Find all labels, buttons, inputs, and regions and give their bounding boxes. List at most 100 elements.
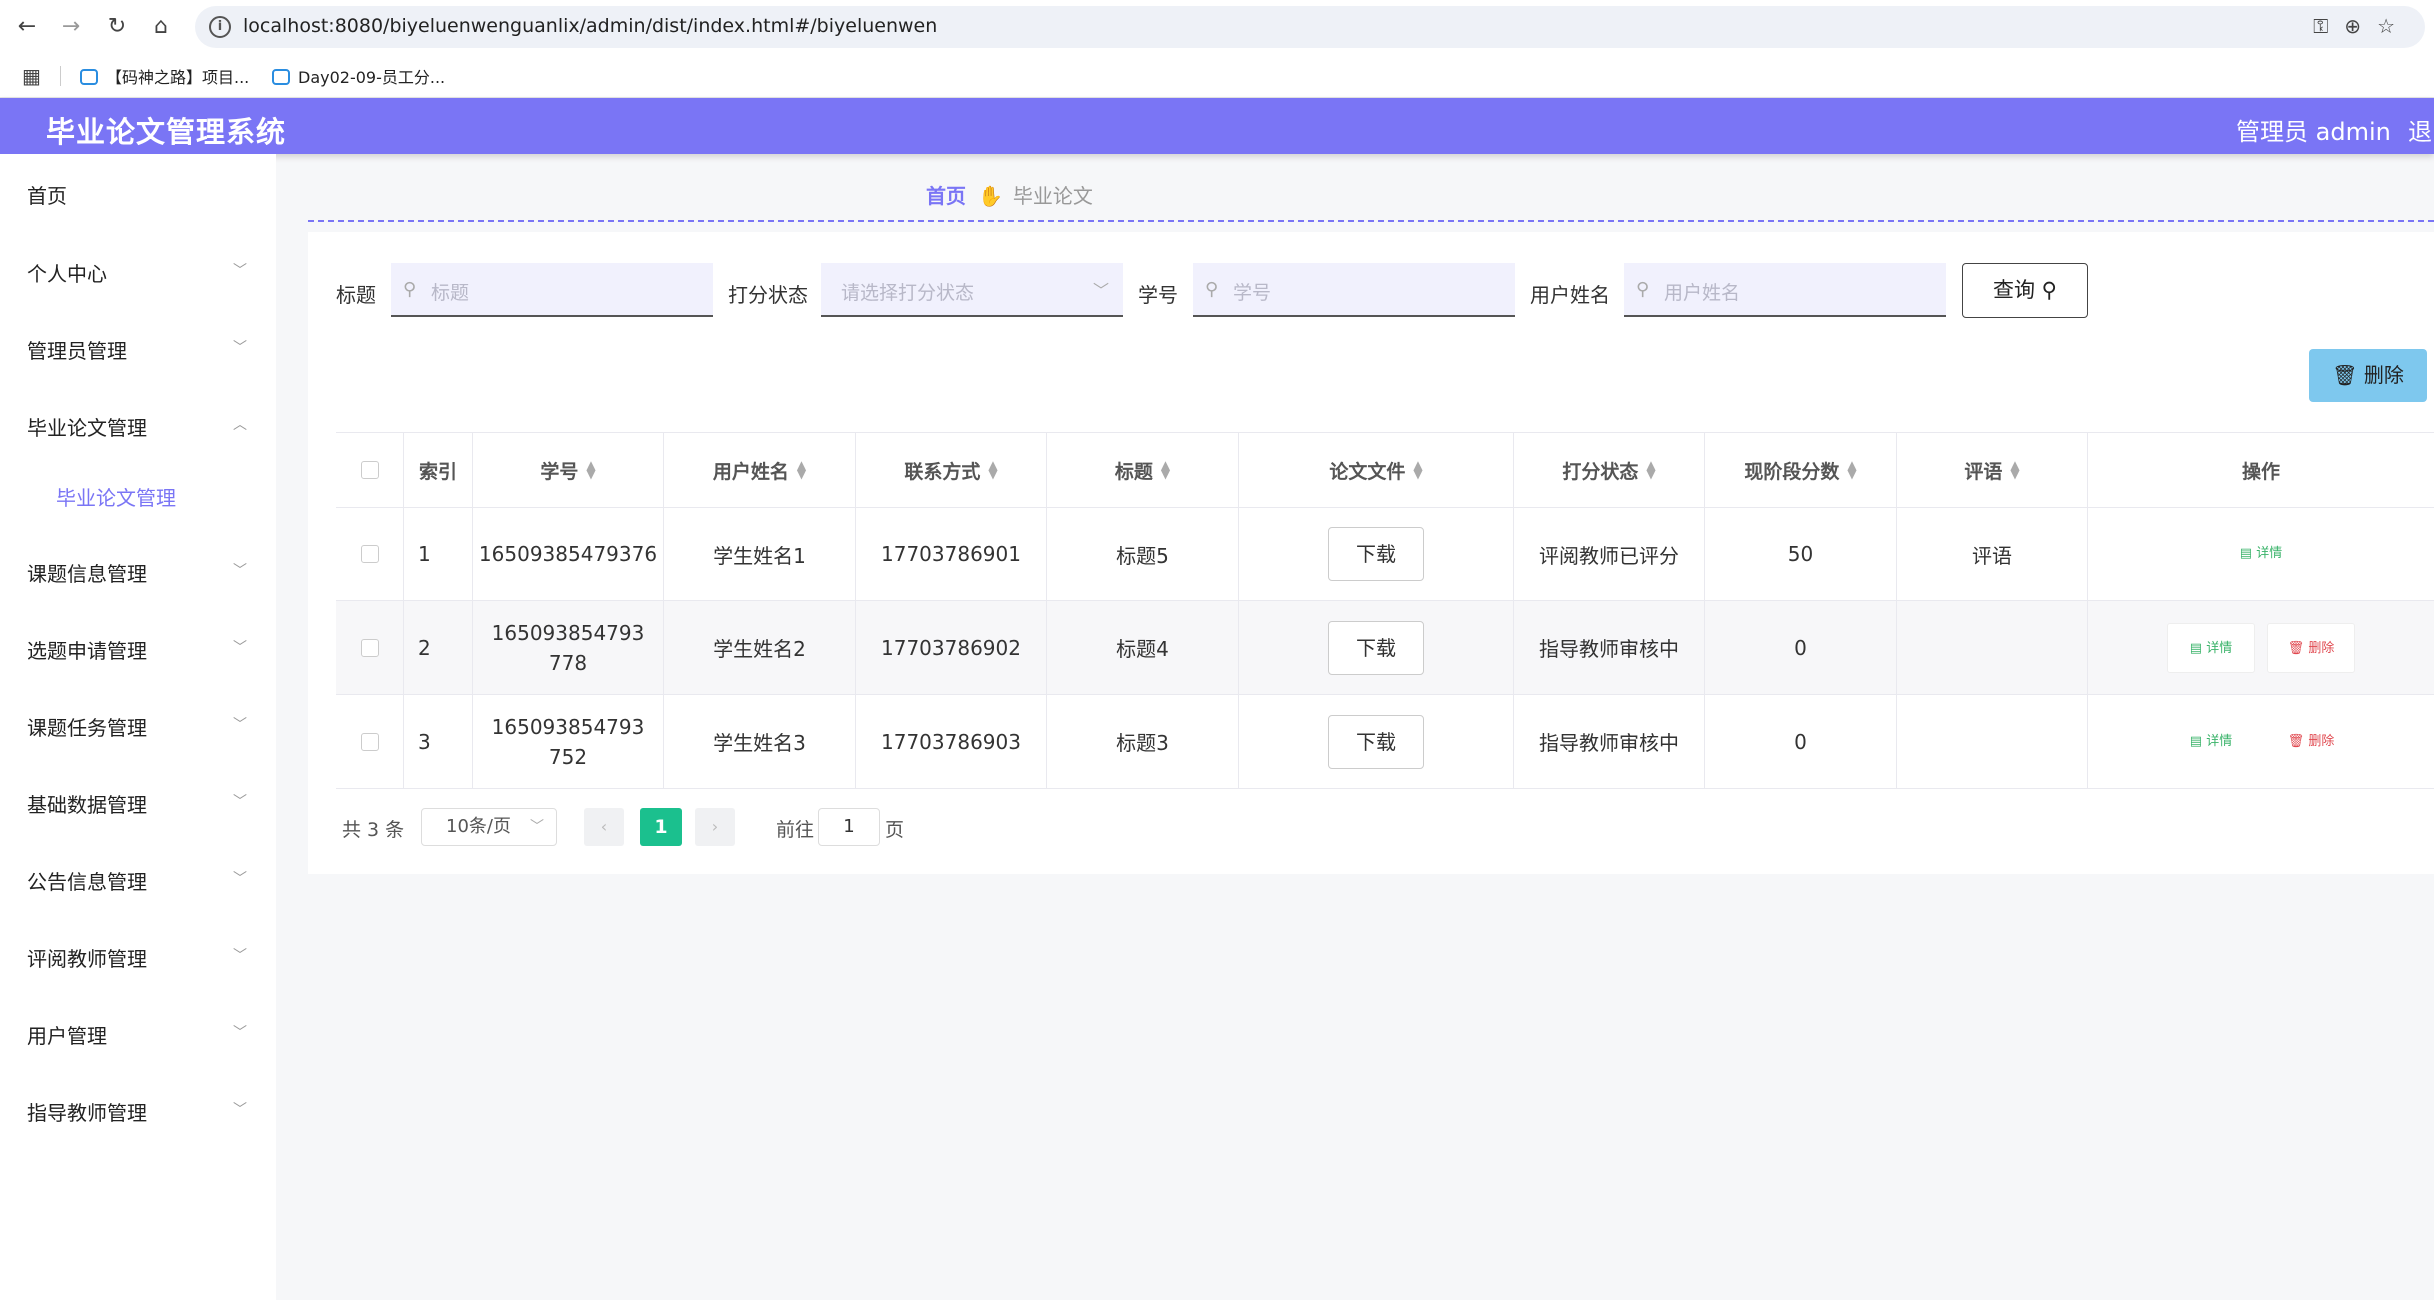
query-button[interactable]: 查询 ⚲: [1962, 263, 2088, 318]
column-header-label: 评语: [1964, 460, 2003, 483]
column-header[interactable]: 联系方式 ▲ ▼: [856, 433, 1047, 507]
forward-icon[interactable]: →: [58, 14, 84, 40]
row-delete-button[interactable]: 🗑 删除: [2267, 622, 2355, 673]
logout-link[interactable]: 退出: [2408, 112, 2434, 147]
comment-cell: 评语: [1897, 508, 2088, 600]
zoom-icon[interactable]: ⊕: [2344, 14, 2377, 38]
column-header: 索引: [404, 433, 473, 507]
sort-icon[interactable]: ▲ ▼: [1646, 459, 1655, 480]
student-no-search-input[interactable]: ⚲ 学号: [1193, 263, 1515, 317]
comment-cell: [1897, 601, 2088, 694]
table-header-row: 索引 学号 ▲ ▼ 用户姓名 ▲ ▼ 联系方式 ▲ ▼ 标题 ▲ ▼ 论文文件 ▲ ▼ 打分状态 ▲ ▼…: [336, 432, 2434, 508]
status-select[interactable]: 请选择打分状态 ﹀: [821, 263, 1123, 317]
sort-icon[interactable]: ▲ ▼: [1413, 459, 1422, 480]
sort-icon[interactable]: ▲ ▼: [586, 459, 595, 480]
sort-icon[interactable]: ▲ ▼: [1161, 459, 1170, 480]
sidebar-item-notice[interactable]: 公告信息管理 ﹀: [0, 854, 276, 904]
breadcrumb-home[interactable]: 首页: [926, 184, 966, 208]
bookmarks-divider: [60, 66, 61, 86]
sidebar-subitem-label: 毕业论文管理: [56, 486, 176, 510]
sidebar-item-label: 用户管理: [27, 1024, 107, 1048]
column-header[interactable]: 标题 ▲ ▼: [1047, 433, 1239, 507]
index-cell: 2: [404, 601, 473, 694]
url-text: localhost:8080/biyeluenwenguanlix/admin/…: [243, 15, 938, 37]
sort-icon[interactable]: ▲ ▼: [988, 459, 997, 480]
goto-page-input[interactable]: 1: [818, 808, 880, 846]
sort-icon[interactable]: ▲ ▼: [797, 459, 806, 480]
prev-page-button[interactable]: ‹: [584, 808, 624, 846]
page-number-current[interactable]: 1: [640, 808, 682, 846]
chevron-down-icon: ﹀: [233, 871, 247, 887]
sort-icon[interactable]: ▲ ▼: [2010, 459, 2019, 480]
home-icon[interactable]: ⌂: [148, 14, 174, 40]
key-icon[interactable]: ⚿: [2313, 14, 2344, 38]
sidebar-item-basic-data[interactable]: 基础数据管理 ﹀: [0, 777, 276, 827]
bookmark-label: Day02-09-员工分...: [298, 68, 446, 87]
row-checkbox[interactable]: [360, 545, 379, 563]
column-header[interactable]: 评语 ▲ ▼: [1897, 433, 2088, 507]
student-no-placeholder: 学号: [1233, 282, 1272, 304]
row-delete-button[interactable]: 🗑 删除: [2267, 716, 2355, 767]
score-cell: 0: [1705, 601, 1897, 694]
reload-icon[interactable]: ↻: [104, 14, 130, 40]
column-header[interactable]: 现阶段分数 ▲ ▼: [1705, 433, 1897, 507]
sidebar-item-advisor[interactable]: 指导教师管理 ﹀: [0, 1085, 276, 1135]
sidebar-item-selection[interactable]: 选题申请管理 ﹀: [0, 623, 276, 673]
bookmark-item[interactable]: 【码神之路】项目...: [80, 64, 249, 88]
search-icon: ⚲: [403, 279, 417, 300]
star-icon[interactable]: ☆: [2377, 14, 2411, 38]
row-checkbox[interactable]: [360, 732, 379, 751]
download-button[interactable]: 下载: [1328, 620, 1424, 675]
bookmark-item[interactable]: Day02-09-员工分...: [272, 64, 445, 88]
chevron-down-icon: ﹀: [233, 717, 247, 733]
sidebar-item-label: 指导教师管理: [27, 1101, 147, 1125]
address-bar[interactable]: i localhost:8080/biyeluenwenguanlix/admi…: [195, 6, 2425, 48]
sidebar-item-task[interactable]: 课题任务管理 ﹀: [0, 700, 276, 750]
back-icon[interactable]: ←: [14, 14, 40, 40]
status-cell: 指导教师审核中: [1514, 601, 1705, 694]
bulk-delete-label: 删除: [2363, 363, 2404, 387]
next-page-button[interactable]: ›: [695, 808, 735, 846]
detail-button[interactable]: ▤ 详情: [2217, 529, 2305, 579]
sidebar-subitem-thesis[interactable]: 毕业论文管理: [0, 470, 276, 520]
sidebar-item-home[interactable]: 首页: [0, 168, 276, 218]
column-header[interactable]: 论文文件 ▲ ▼: [1239, 433, 1514, 507]
sidebar-item-user[interactable]: 用户管理 ﹀: [0, 1008, 276, 1058]
detail-icon: ▤: [2189, 733, 2203, 749]
column-header[interactable]: 学号 ▲ ▼: [473, 433, 664, 507]
page-size-select[interactable]: 10条/页 ﹀: [421, 808, 557, 846]
username-search-input[interactable]: ⚲ 用户姓名: [1624, 263, 1946, 317]
info-icon[interactable]: i: [209, 16, 231, 38]
sidebar-item-thesis[interactable]: 毕业论文管理 ︿: [0, 400, 276, 450]
bulk-delete-button[interactable]: 🗑 删除: [2309, 349, 2427, 402]
filter-student-no-label: 学号: [1138, 283, 1178, 307]
chevron-down-icon: ﹀: [233, 1025, 247, 1041]
chevron-down-icon: ﹀: [233, 948, 247, 964]
sidebar-item-label: 毕业论文管理: [27, 416, 147, 440]
sidebar-item-reviewer[interactable]: 评阅教师管理 ﹀: [0, 931, 276, 981]
filter-title-label: 标题: [336, 283, 376, 307]
download-button[interactable]: 下载: [1328, 714, 1424, 769]
apps-icon[interactable]: ▦: [22, 64, 41, 88]
column-header[interactable]: 用户姓名 ▲ ▼: [664, 433, 856, 507]
row-delete-label: 删除: [2308, 640, 2335, 656]
row-checkbox[interactable]: [360, 638, 379, 657]
bookmarks-bar: ▦ 【码神之路】项目... Day02-09-员工分...: [0, 54, 2434, 98]
detail-button[interactable]: ▤ 详情: [2167, 622, 2255, 673]
title-search-input[interactable]: ⚲ 标题: [391, 263, 713, 317]
sort-icon[interactable]: ▲ ▼: [1847, 459, 1856, 480]
search-icon: ⚲: [1205, 279, 1219, 300]
select-all-checkbox[interactable]: [360, 461, 379, 479]
address-bar-icons: ⚿⊕☆: [2313, 14, 2411, 38]
column-header-label: 索引: [418, 460, 457, 483]
trash-icon: 🗑: [2287, 640, 2305, 656]
detail-button[interactable]: ▤ 详情: [2167, 716, 2255, 767]
trash-icon: 🗑: [2332, 363, 2358, 387]
sidebar-item-admin[interactable]: 管理员管理 ﹀: [0, 323, 276, 373]
sidebar-item-topic[interactable]: 课题信息管理 ﹀: [0, 546, 276, 596]
download-button[interactable]: 下载: [1328, 527, 1424, 581]
sidebar-item-personal[interactable]: 个人中心 ﹀: [0, 246, 276, 296]
column-header-label: 操作: [2241, 460, 2280, 483]
page-size-value: 10条/页: [446, 816, 511, 837]
column-header[interactable]: 打分状态 ▲ ▼: [1514, 433, 1705, 507]
